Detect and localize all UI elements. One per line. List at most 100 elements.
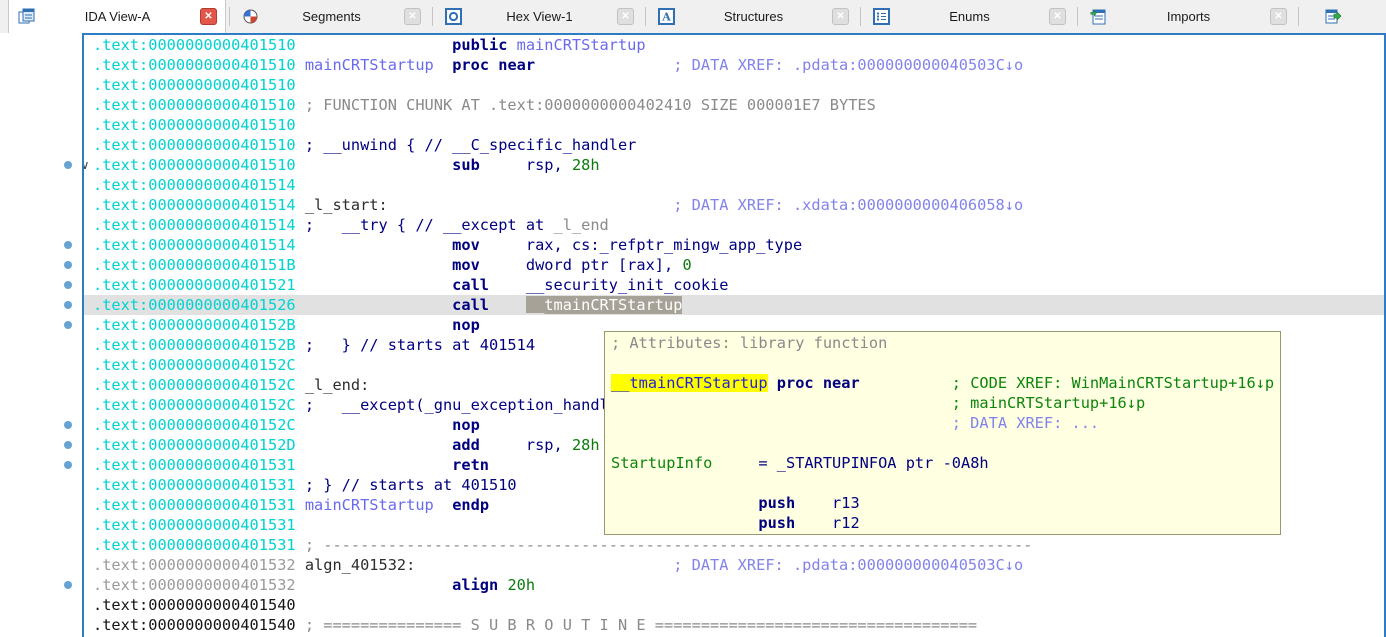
- instruction-dot[interactable]: [64, 461, 72, 469]
- comment: ; } // starts at 401514: [304, 336, 536, 354]
- listing-row[interactable]: .text:0000000000401521 call __security_i…: [84, 275, 1384, 295]
- address: .text:0000000000401540: [93, 596, 296, 614]
- comment: ; __try { // __except at: [304, 216, 554, 234]
- instruction-dot[interactable]: [64, 161, 72, 169]
- listing-row[interactable]: .text:0000000000401510 public mainCRTSta…: [84, 35, 1384, 55]
- listing-row[interactable]: .text:0000000000401526 call __tmainCRTSt…: [84, 295, 1384, 315]
- listing-row[interactable]: .text:0000000000401514: [84, 175, 1384, 195]
- tab-label: Structures: [723, 9, 784, 24]
- tab-separator: [229, 7, 230, 26]
- segments-icon: [241, 8, 259, 26]
- listing-row[interactable]: ∨.text:0000000000401510 sub rsp, 28h: [84, 155, 1384, 175]
- listing-row[interactable]: .text:0000000000401510: [84, 75, 1384, 95]
- tab-separator: [1298, 7, 1299, 26]
- listing-row[interactable]: .text:0000000000401532 algn_401532: ; DA…: [84, 555, 1384, 575]
- tab-segments[interactable]: Segments ✕: [233, 0, 429, 33]
- operand: rsp,: [525, 156, 572, 174]
- mnemonic: proc near: [452, 56, 536, 74]
- close-icon[interactable]: ✕: [832, 8, 849, 25]
- address: .text:0000000000401510: [93, 56, 296, 74]
- address: .text:000000000040152C: [93, 416, 296, 434]
- symbol-name[interactable]: mainCRTStartup: [517, 36, 646, 54]
- popup-row: ; Attributes: library function: [611, 333, 1280, 353]
- listing-row[interactable]: .text:0000000000401532 align 20h: [84, 575, 1384, 595]
- workspace: .text:0000000000401510 public mainCRTSta…: [0, 33, 1386, 637]
- comment: ; Attributes: library function: [611, 334, 888, 352]
- listing-row[interactable]: .text:0000000000401510 ; FUNCTION CHUNK …: [84, 95, 1384, 115]
- xref-comment: ; DATA XREF: ...: [951, 414, 1100, 432]
- listing-row[interactable]: .text:0000000000401531 ; ---------------…: [84, 535, 1384, 555]
- tab-structures[interactable]: A Structures ✕: [649, 0, 857, 33]
- instruction-dot[interactable]: [64, 301, 72, 309]
- comment: ; =============== S U B R O U T I N E ==…: [304, 616, 978, 634]
- operand: r12: [832, 514, 860, 532]
- address: .text:0000000000401510: [93, 136, 296, 154]
- tab-separator: [432, 7, 433, 26]
- listing-row[interactable]: .text:0000000000401510 ; __unwind { // _…: [84, 135, 1384, 155]
- collapse-function-icon[interactable]: ∨: [84, 155, 93, 175]
- highlighted-identifier[interactable]: __tmainCRTStartup: [611, 374, 768, 392]
- listing-row[interactable]: .text:0000000000401540 ; ===============…: [84, 615, 1384, 635]
- instruction-dot[interactable]: [64, 421, 72, 429]
- instruction-dot[interactable]: [64, 581, 72, 589]
- symbol-name[interactable]: mainCRTStartup: [305, 496, 434, 514]
- instruction-dot[interactable]: [64, 321, 72, 329]
- listing-row[interactable]: .text:0000000000401510 mainCRTStartup pr…: [84, 55, 1384, 75]
- address: .text:0000000000401514: [93, 176, 296, 194]
- close-icon[interactable]: ✕: [200, 8, 217, 25]
- close-icon[interactable]: ✕: [404, 8, 421, 25]
- number-literal: 0: [682, 256, 692, 274]
- function-tooltip-popup: ; Attributes: library function __tmainCRT…: [604, 331, 1281, 535]
- tab-imports[interactable]: Imports ✕: [1081, 0, 1295, 33]
- listing-row[interactable]: .text:0000000000401514 ; __try { // __ex…: [84, 215, 1384, 235]
- mnemonic: mov: [452, 236, 480, 254]
- symbol-name[interactable]: mainCRTStartup: [305, 56, 434, 74]
- close-icon[interactable]: ✕: [1270, 8, 1287, 25]
- number-literal: 20h: [507, 576, 536, 594]
- mnemonic: add: [452, 436, 480, 454]
- tab-hex-view-1[interactable]: Hex View-1 ✕: [436, 0, 642, 33]
- instruction-dot[interactable]: [64, 261, 72, 269]
- listing-row[interactable]: .text:0000000000401510: [84, 115, 1384, 135]
- instruction-dot[interactable]: [64, 241, 72, 249]
- tab-exports[interactable]: [1302, 0, 1386, 33]
- close-icon[interactable]: ✕: [1049, 8, 1066, 25]
- tab-label: Imports: [1166, 9, 1211, 24]
- listing-row[interactable]: .text:0000000000401540: [84, 595, 1384, 615]
- comment: ; FUNCTION CHUNK AT .text:00000000004024…: [304, 96, 876, 114]
- listing-row[interactable]: .text:0000000000401514 mov rax, cs:_refp…: [84, 235, 1384, 255]
- selected-identifier[interactable]: __tmainCRTStartup: [525, 296, 683, 314]
- mnemonic: mov: [452, 256, 480, 274]
- tab-ida-view-a[interactable]: IDA View-A ✕: [8, 0, 226, 33]
- operand: rax, cs:_refptr_mingw_app_type: [525, 236, 803, 254]
- close-icon[interactable]: ✕: [617, 8, 634, 25]
- instruction-dot[interactable]: [64, 281, 72, 289]
- mnemonic: push: [758, 494, 796, 512]
- listing-row[interactable]: .text:0000000000401514 _l_start: ; DATA …: [84, 195, 1384, 215]
- address: .text:0000000000401514: [93, 216, 296, 234]
- popup-row: ; mainCRTStartup+16↓p: [611, 393, 1280, 413]
- address: .text:0000000000401532: [93, 576, 296, 594]
- xref-comment: ; CODE XREF: WinMainCRTStartup+16↓p: [951, 374, 1275, 392]
- instruction-dot[interactable]: [64, 441, 72, 449]
- structures-icon: A: [657, 8, 675, 26]
- tab-enums[interactable]: Enums ✕: [864, 0, 1074, 33]
- listing-row[interactable]: .text:000000000040151B mov dword ptr [ra…: [84, 255, 1384, 275]
